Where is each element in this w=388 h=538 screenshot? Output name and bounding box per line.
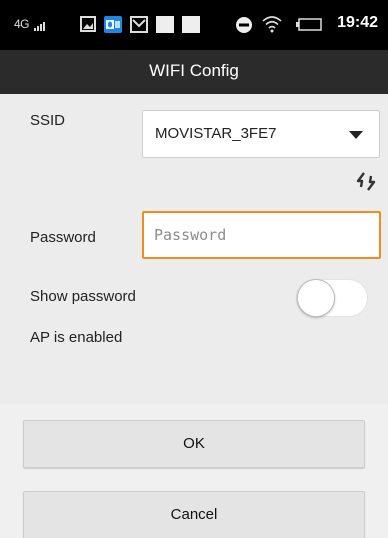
password-input[interactable] xyxy=(142,211,381,259)
wifi-icon xyxy=(262,16,282,33)
signal-icon xyxy=(33,17,46,31)
page-title: WIFI Config xyxy=(149,61,239,80)
clock: 19:42 xyxy=(337,14,378,31)
status-bar: 4G 19:42 xyxy=(0,0,388,50)
show-password-label: Show password xyxy=(30,288,136,305)
ssid-selected-value: MOVISTAR_3FE7 xyxy=(155,125,277,142)
toggle-knob[interactable] xyxy=(297,279,335,317)
password-label: Password xyxy=(30,229,96,246)
refresh-icon[interactable] xyxy=(354,170,378,192)
signal-indicator: 4G xyxy=(14,17,46,31)
dropdown-arrow-icon xyxy=(349,131,363,139)
ap-status-text: AP is enabled xyxy=(30,329,123,346)
outlook-icon xyxy=(104,16,122,33)
ssid-label: SSID xyxy=(30,112,66,129)
network-type: 4G xyxy=(14,17,30,31)
app-bar: WIFI Config xyxy=(0,50,388,94)
do-not-disturb-icon xyxy=(236,17,252,33)
ssid-dropdown[interactable]: MOVISTAR_3FE7 xyxy=(142,110,380,158)
notification-icon xyxy=(182,16,200,33)
image-icon xyxy=(80,16,96,32)
battery-icon xyxy=(296,18,322,31)
ok-button[interactable]: OK xyxy=(23,420,365,468)
gmail-icon xyxy=(130,16,148,33)
notification-icon xyxy=(156,16,174,33)
show-password-toggle[interactable] xyxy=(296,279,368,317)
cancel-button[interactable]: Cancel xyxy=(23,491,365,538)
